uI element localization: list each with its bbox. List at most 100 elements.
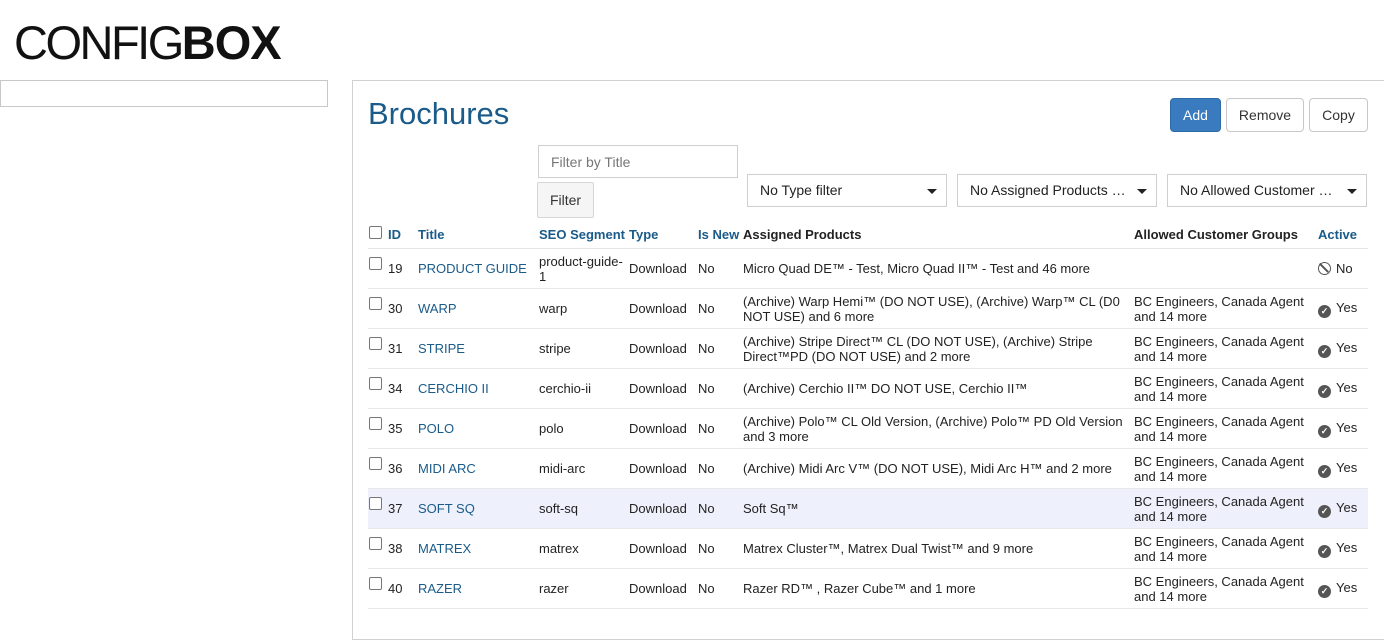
ban-circle-icon (1318, 262, 1331, 275)
check-circle-icon: ✓ (1318, 424, 1331, 438)
column-header-seo-segment[interactable]: SEO Segment (539, 226, 629, 249)
row-checkbox[interactable] (369, 376, 382, 390)
row-title-link[interactable]: WARP (418, 301, 457, 316)
row-title-link[interactable]: PRODUCT GUIDE (418, 261, 527, 276)
row-active-cell: ✓ Yes (1318, 448, 1368, 489)
check-circle-icon: ✓ (1318, 344, 1331, 358)
row-title-cell: WARP (418, 288, 539, 329)
row-is-new: No (698, 528, 743, 569)
row-title-cell: MIDI ARC (418, 448, 539, 489)
row-checkbox[interactable] (369, 256, 382, 270)
row-type: Download (629, 488, 698, 529)
type-filter-select[interactable]: No Type filter (747, 174, 947, 207)
row-checkbox[interactable] (369, 456, 382, 470)
row-checkbox[interactable] (369, 416, 382, 430)
select-all-checkbox[interactable] (369, 226, 382, 239)
row-select-cell (368, 568, 388, 609)
row-active-cell: ✓ Yes (1318, 408, 1368, 449)
copy-button[interactable]: Copy (1309, 98, 1368, 132)
row-type: Download (629, 528, 698, 569)
row-type: Download (629, 248, 698, 289)
table-row: 36 MIDI ARC midi-arc Download No (Archive) Mi… (368, 448, 1368, 489)
row-active-label: Yes (1336, 499, 1358, 515)
row-active-cell: ✓ Yes (1318, 328, 1368, 369)
row-title-cell: POLO (418, 408, 539, 449)
row-active-cell: ✓ Yes (1318, 488, 1368, 529)
row-seo-segment: razer (539, 568, 629, 609)
column-header-id[interactable]: ID (388, 226, 418, 249)
row-seo-segment: polo (539, 408, 629, 449)
table-row: 34 CERCHIO II cerchio-ii Download No (Archive… (368, 368, 1368, 409)
caret-down-icon (927, 189, 937, 194)
filter-title-input[interactable] (538, 145, 738, 178)
check-circle-icon: ✓ (1318, 384, 1331, 398)
table-row: 30 WARP warp Download No (Archive) Warp Hemi™… (368, 288, 1368, 329)
row-assigned-products: (Archive) Midi Arc V™ (DO NOT USE), Midi… (743, 448, 1134, 489)
remove-button[interactable]: Remove (1226, 98, 1304, 132)
column-header-active[interactable]: Active (1318, 226, 1368, 249)
column-header-type[interactable]: Type (629, 226, 698, 249)
row-title-link[interactable]: MATREX (418, 541, 471, 556)
row-seo-segment: cerchio-ii (539, 368, 629, 409)
row-is-new: No (698, 568, 743, 609)
row-id: 38 (388, 528, 418, 569)
row-title-link[interactable]: RAZER (418, 581, 462, 596)
row-seo-segment: midi-arc (539, 448, 629, 489)
row-allowed-customer-groups: BC Engineers, Canada Agent and 14 more (1134, 448, 1318, 489)
row-id: 40 (388, 568, 418, 609)
row-checkbox[interactable] (369, 296, 382, 310)
logo-text-bold: BOX (181, 16, 282, 69)
row-id: 36 (388, 448, 418, 489)
row-is-new: No (698, 328, 743, 369)
row-checkbox[interactable] (369, 496, 382, 510)
table-row: 37 SOFT SQ soft-sq Download No Soft Sq™ BC Eng… (368, 488, 1368, 529)
row-title-link[interactable]: STRIPE (418, 341, 465, 356)
check-circle-icon: ✓ (1318, 464, 1331, 478)
table-header-row: ID Title SEO Segment Type Is New Assigne… (368, 226, 1368, 249)
customer-groups-filter-select[interactable]: No Allowed Customer … (1167, 174, 1367, 207)
row-title-cell: PRODUCT GUIDE (418, 248, 539, 289)
row-allowed-customer-groups: BC Engineers, Canada Agent and 14 more (1134, 568, 1318, 609)
check-circle-icon: ✓ (1318, 304, 1331, 318)
row-id: 19 (388, 248, 418, 289)
row-title-link[interactable]: MIDI ARC (418, 461, 476, 476)
row-checkbox[interactable] (369, 536, 382, 550)
sidebar-panel (0, 80, 328, 107)
row-active-label: Yes (1336, 419, 1358, 435)
table-row: 40 RAZER razer Download No Razer RD™ , Razer … (368, 568, 1368, 609)
filter-button[interactable]: Filter (537, 182, 594, 218)
column-header-assigned-products: Assigned Products (743, 226, 1134, 249)
row-checkbox[interactable] (369, 336, 382, 350)
row-is-new: No (698, 488, 743, 529)
row-assigned-products: (Archive) Polo™ CL Old Version, (Archive… (743, 408, 1134, 449)
assigned-products-filter-select[interactable]: No Assigned Products f… (957, 174, 1157, 207)
row-id: 30 (388, 288, 418, 329)
row-title-link[interactable]: CERCHIO II (418, 381, 489, 396)
row-select-cell (368, 328, 388, 369)
row-checkbox[interactable] (369, 576, 382, 590)
row-allowed-customer-groups: BC Engineers, Canada Agent and 14 more (1134, 288, 1318, 329)
select-all-cell (368, 226, 388, 249)
row-id: 37 (388, 488, 418, 529)
row-select-cell (368, 448, 388, 489)
add-button[interactable]: Add (1170, 98, 1221, 132)
row-is-new: No (698, 248, 743, 289)
row-type: Download (629, 408, 698, 449)
row-title-cell: STRIPE (418, 328, 539, 369)
row-title-link[interactable]: SOFT SQ (418, 501, 475, 516)
row-active-cell: No (1318, 248, 1368, 289)
table-row: 31 STRIPE stripe Download No (Archive) Stripe… (368, 328, 1368, 369)
row-select-cell (368, 488, 388, 529)
row-id: 31 (388, 328, 418, 369)
row-active-cell: ✓ Yes (1318, 568, 1368, 609)
row-active-label: Yes (1336, 379, 1358, 395)
row-select-cell (368, 368, 388, 409)
row-seo-segment: matrex (539, 528, 629, 569)
row-is-new: No (698, 368, 743, 409)
row-title-link[interactable]: POLO (418, 421, 454, 436)
column-header-is-new[interactable]: Is New (698, 226, 743, 249)
row-type: Download (629, 288, 698, 329)
row-active-cell: ✓ Yes (1318, 368, 1368, 409)
column-header-title[interactable]: Title (418, 226, 539, 249)
row-assigned-products: (Archive) Warp Hemi™ (DO NOT USE), (Arch… (743, 288, 1134, 329)
